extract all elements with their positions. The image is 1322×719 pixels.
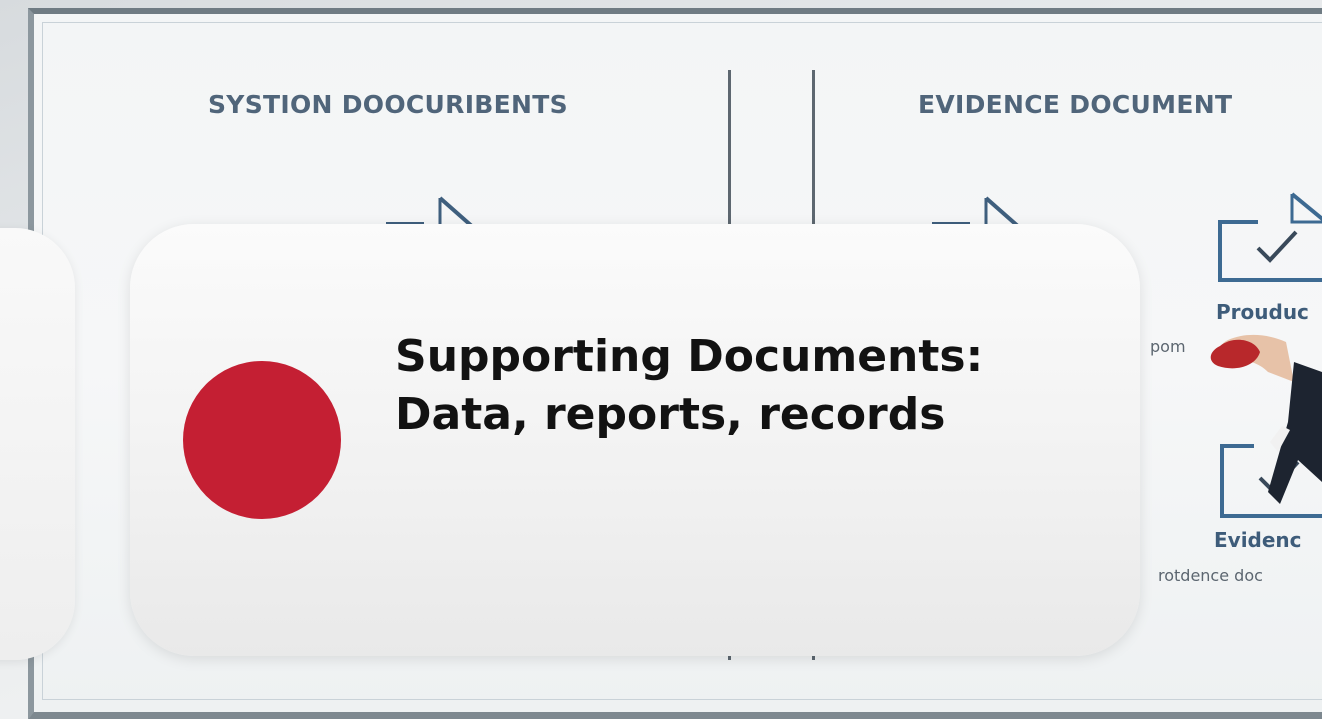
document-check-icon [1218,192,1322,282]
bullet-dot [183,361,341,519]
bullet-card: Supporting Documents: Data, reports, rec… [130,224,1140,656]
evidence-document-caption: rotdence doc [1158,566,1263,585]
slide-scene: SYSTION DOOCURIBENTS EVIDENCE DOCUMENT P… [0,0,1322,719]
bullet-text: Supporting Documents: Data, reports, rec… [395,331,984,440]
board-heading-system-documents: SYSTION DOOCURIBENTS [208,90,568,119]
presenter-hand-image [1210,334,1322,504]
product-document-label: Prouduc [1216,300,1309,324]
board-heading-evidence-documents: EVIDENCE DOCUMENT [918,90,1233,119]
product-document-caption: pom [1150,337,1186,356]
previous-bullet-card [0,228,75,660]
